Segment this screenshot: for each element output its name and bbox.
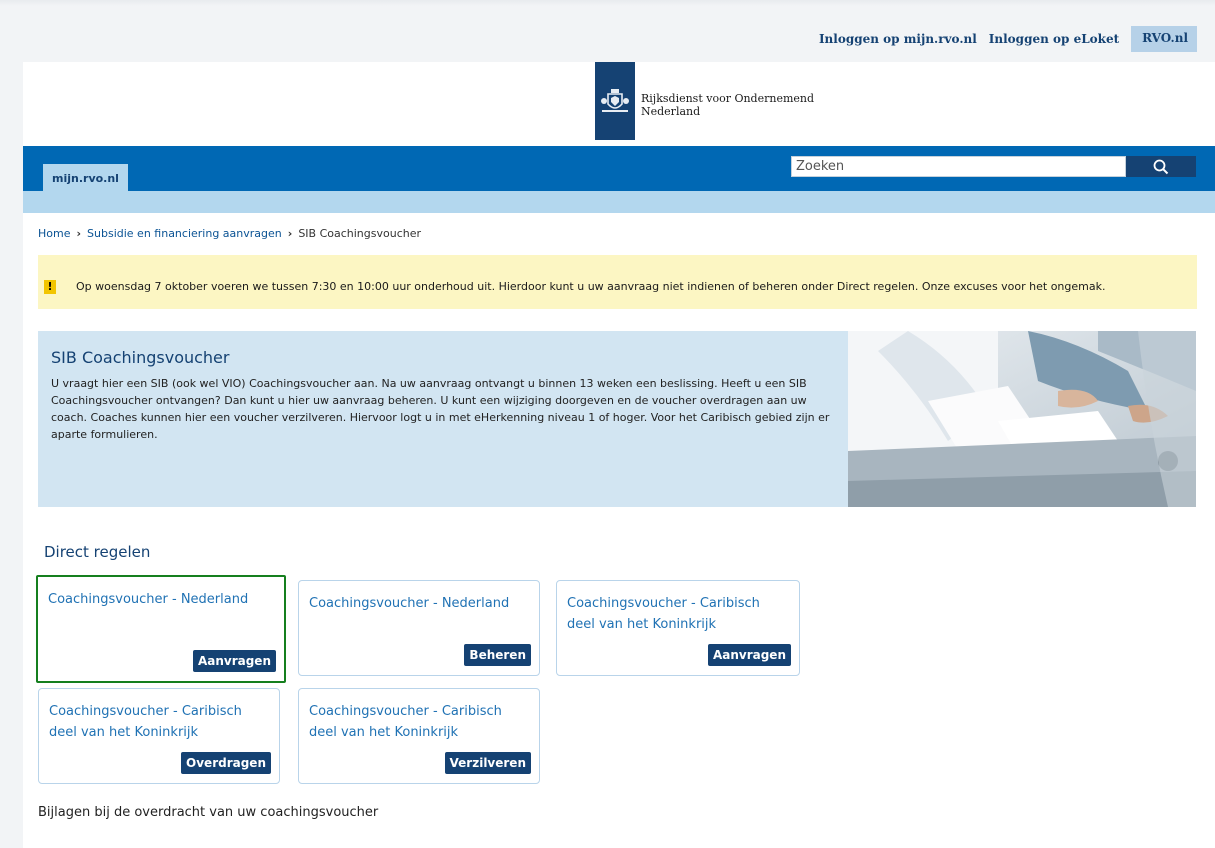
logo-text: Rijksdienst voor Ondernemend Nederland: [641, 92, 814, 118]
coat-of-arms-icon: [595, 62, 635, 140]
card-title[interactable]: Coachingsvoucher - Caribisch deel van he…: [49, 701, 269, 743]
direct-regelen-title: Direct regelen: [44, 543, 151, 561]
chevron-right-icon: ›: [76, 227, 82, 240]
intro-text: U vraagt hier een SIB (ook wel VIO) Coac…: [51, 377, 830, 441]
intro-panel: SIB Coachingsvoucher U vraagt hier een S…: [38, 331, 848, 507]
intro-photo: [848, 331, 1196, 507]
breadcrumb-home[interactable]: Home: [38, 227, 70, 240]
verzilveren-button[interactable]: Verzilveren: [444, 752, 531, 774]
beheren-button[interactable]: Beheren: [464, 644, 531, 666]
sub-nav-bar: [23, 191, 1215, 213]
logo-line-2: Nederland: [641, 105, 701, 118]
browser-frame: Inloggen op mijn.rvo.nl Inloggen op eLok…: [0, 0, 1215, 848]
aanvragen-button[interactable]: Aanvragen: [192, 650, 276, 672]
maintenance-alert: ! Op woensdag 7 oktober voeren we tussen…: [38, 255, 1197, 309]
breadcrumb-subsidie[interactable]: Subsidie en financiering aanvragen: [87, 227, 282, 240]
card-title[interactable]: Coachingsvoucher - Caribisch deel van he…: [309, 701, 529, 743]
card-title[interactable]: Coachingsvoucher - Nederland: [48, 589, 268, 610]
breadcrumb: Home › Subsidie en financiering aanvrage…: [38, 227, 421, 240]
login-mijn-rvo-link[interactable]: Inloggen op mijn.rvo.nl: [819, 32, 977, 46]
card-nederland-beheren[interactable]: Coachingsvoucher - Nederland Beheren: [298, 580, 540, 676]
overdragen-button[interactable]: Overdragen: [181, 752, 271, 774]
login-eloket-link[interactable]: Inloggen op eLoket: [989, 32, 1119, 46]
card-caribisch-verzilveren[interactable]: Coachingsvoucher - Caribisch deel van he…: [298, 688, 540, 784]
main-nav: mijn.rvo.nl Zoeken: [23, 146, 1215, 191]
page-title: SIB Coachingsvoucher: [51, 348, 230, 367]
warning-icon: !: [44, 280, 56, 294]
card-title[interactable]: Coachingsvoucher - Caribisch deel van he…: [567, 593, 787, 635]
search-icon: [1153, 159, 1169, 174]
card-title[interactable]: Coachingsvoucher - Nederland: [309, 593, 529, 614]
aanvragen-button[interactable]: Aanvragen: [707, 644, 791, 666]
tab-mijn-rvo[interactable]: mijn.rvo.nl: [43, 164, 128, 191]
logo-line-1: Rijksdienst voor Ondernemend: [641, 92, 815, 105]
search-input[interactable]: Zoeken: [791, 156, 1126, 177]
search-button[interactable]: [1126, 156, 1196, 177]
card-nederland-aanvragen[interactable]: Coachingsvoucher - Nederland Aanvragen: [36, 575, 286, 683]
page: Rijksdienst voor Ondernemend Nederland m…: [23, 62, 1215, 848]
rvo-logo[interactable]: Rijksdienst voor Ondernemend Nederland: [595, 62, 814, 140]
alert-text: Op woensdag 7 oktober voeren we tussen 7…: [76, 280, 1106, 293]
bijlagen-heading: Bijlagen bij de overdracht van uw coachi…: [38, 805, 379, 820]
chevron-right-icon: ›: [287, 227, 293, 240]
rvo-nl-link[interactable]: RVO.nl: [1131, 26, 1197, 52]
card-caribisch-overdragen[interactable]: Coachingsvoucher - Caribisch deel van he…: [38, 688, 280, 784]
frame-top-shadow: [0, 0, 1215, 6]
breadcrumb-current: SIB Coachingsvoucher: [298, 227, 422, 240]
utility-bar: Inloggen op mijn.rvo.nl Inloggen op eLok…: [807, 26, 1197, 52]
card-caribisch-aanvragen[interactable]: Coachingsvoucher - Caribisch deel van he…: [556, 580, 800, 676]
